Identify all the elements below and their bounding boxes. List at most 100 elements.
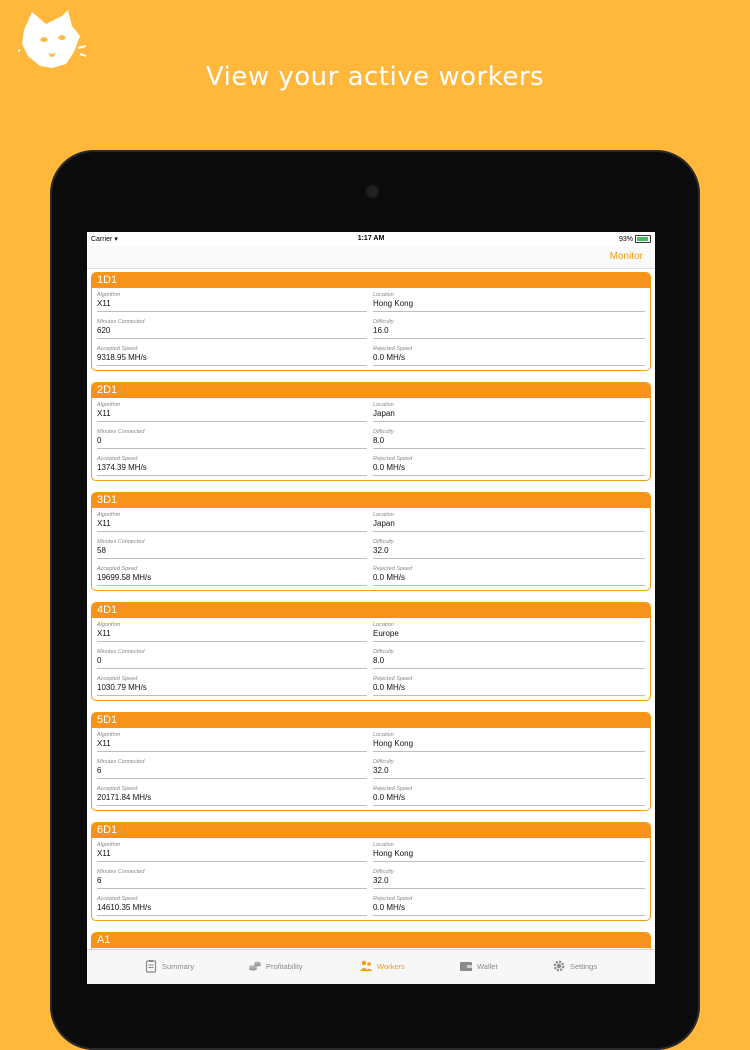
worker-list[interactable]: 1D1 Algorithm X11 Location Hong Kong Minutes …	[87, 269, 655, 949]
location-value: Hong Kong	[373, 739, 414, 748]
algorithm-label: Algorithm	[97, 732, 121, 738]
field-divider	[97, 585, 367, 586]
minutes-connected-value: 0	[97, 436, 102, 445]
field-divider	[97, 888, 367, 889]
tab-wallet[interactable]: Wallet	[459, 959, 498, 973]
worker-name: 5D1	[92, 713, 650, 728]
field-divider	[97, 915, 367, 916]
rejected-speed-value: 0.0 MH/s	[373, 793, 406, 802]
field-divider	[97, 751, 367, 752]
worker-name: 2D1	[92, 383, 650, 398]
worker-field-row: Accepted Speed 20171.84 MH/s Rejected Spee…	[92, 782, 650, 809]
field-divider	[373, 861, 645, 862]
rejected-speed-field: Rejected Speed 0.0 MH/s	[373, 782, 645, 809]
worker-card[interactable]: 3D1 Algorithm X11 Location Japan Minutes Conn…	[91, 492, 651, 591]
accepted-speed-label: Accepted Speed	[97, 566, 138, 572]
difficulty-label: Difficulty	[373, 869, 394, 875]
difficulty-field: Difficulty 16.0	[373, 315, 645, 342]
worker-name: 4D1	[92, 603, 650, 618]
algorithm-value: X11	[97, 849, 111, 858]
field-divider	[373, 365, 645, 366]
tab-profitability[interactable]: Profitability	[248, 959, 303, 973]
rejected-speed-label: Rejected Speed	[373, 346, 413, 352]
field-divider	[373, 751, 645, 752]
worker-card[interactable]: 5D1 Algorithm X11 Location Hong Kong Minutes …	[91, 712, 651, 811]
difficulty-field: Difficulty 32.0	[373, 865, 645, 892]
worker-card[interactable]: 2D1 Algorithm X11 Location Japan Minutes Conn…	[91, 382, 651, 481]
algorithm-field: Algorithm X11	[97, 508, 367, 535]
location-label: Location	[373, 622, 394, 628]
worker-card[interactable]: A1	[91, 932, 651, 949]
location-value: Japan	[373, 519, 395, 528]
difficulty-field: Difficulty 8.0	[373, 645, 645, 672]
difficulty-label: Difficulty	[373, 429, 394, 435]
rejected-speed-field: Rejected Speed 0.0 MH/s	[373, 562, 645, 589]
field-divider	[373, 668, 645, 669]
rejected-speed-label: Rejected Speed	[373, 786, 413, 792]
minutes-connected-value: 0	[97, 656, 102, 665]
difficulty-field: Difficulty 32.0	[373, 755, 645, 782]
tab-bar: Summary Profitability Workers Wallet Set…	[87, 949, 655, 984]
minutes-connected-label: Minutes Connected	[97, 429, 145, 435]
algorithm-label: Algorithm	[97, 292, 121, 298]
field-divider	[97, 365, 367, 366]
rejected-speed-label: Rejected Speed	[373, 896, 413, 902]
algorithm-label: Algorithm	[97, 622, 121, 628]
difficulty-label: Difficulty	[373, 759, 394, 765]
algorithm-field: Algorithm X11	[97, 398, 367, 425]
accepted-speed-value: 20171.84 MH/s	[97, 793, 152, 802]
headline: View your active workers	[205, 62, 545, 92]
camera-icon	[367, 186, 378, 197]
worker-field-row: Algorithm X11 Location Europe	[92, 618, 650, 645]
tab-settings-label: Settings	[570, 961, 598, 971]
minutes-connected-field: Minutes Connected 6	[97, 755, 367, 782]
worker-card[interactable]: 6D1 Algorithm X11 Location Hong Kong Minutes …	[91, 822, 651, 921]
algorithm-value: X11	[97, 299, 111, 308]
algorithm-value: X11	[97, 519, 111, 528]
minutes-connected-label: Minutes Connected	[97, 539, 145, 545]
field-divider	[373, 585, 645, 586]
minutes-connected-field: Minutes Connected 620	[97, 315, 367, 342]
tab-workers-label: Workers	[377, 961, 405, 971]
difficulty-label: Difficulty	[373, 539, 394, 545]
accepted-speed-label: Accepted Speed	[97, 786, 138, 792]
rejected-speed-value: 0.0 MH/s	[373, 353, 406, 362]
location-field: Location Europe	[373, 618, 645, 645]
accepted-speed-value: 1374.39 MH/s	[97, 463, 147, 472]
workers-icon	[360, 960, 372, 971]
rejected-speed-value: 0.0 MH/s	[373, 463, 406, 472]
tab-profitability-label: Profitability	[266, 961, 303, 971]
minutes-connected-label: Minutes Connected	[97, 869, 145, 875]
battery-percent: 93%	[618, 235, 633, 243]
app-screen: Carrier ▾ 1:17 AM 93% Monitor 1D1 Algorit…	[87, 232, 655, 984]
accepted-speed-value: 14610.35 MH/s	[97, 903, 152, 912]
worker-field-row: Minutes Connected 6 Difficulty 32.0	[92, 865, 650, 892]
monitor-button[interactable]: Monitor	[610, 251, 643, 262]
worker-card[interactable]: 1D1 Algorithm X11 Location Hong Kong Minutes …	[91, 272, 651, 371]
difficulty-value: 16.0	[373, 326, 389, 335]
field-divider	[97, 805, 367, 806]
worker-card[interactable]: 4D1 Algorithm X11 Location Europe Minutes Con…	[91, 602, 651, 701]
field-divider	[373, 888, 645, 889]
minutes-connected-value: 620	[97, 326, 111, 335]
location-label: Location	[373, 402, 394, 408]
nav-bar: Monitor	[87, 246, 655, 269]
algorithm-value: X11	[97, 409, 111, 418]
minutes-connected-value: 58	[97, 546, 106, 555]
minutes-connected-label: Minutes Connected	[97, 759, 145, 765]
tab-settings[interactable]: Settings	[552, 959, 597, 973]
difficulty-value: 8.0	[373, 656, 385, 665]
location-field: Location Hong Kong	[373, 838, 645, 865]
rejected-speed-label: Rejected Speed	[373, 676, 413, 682]
location-value: Hong Kong	[373, 849, 414, 858]
tab-wallet-label: Wallet	[477, 961, 498, 971]
accepted-speed-value: 1030.79 MH/s	[97, 683, 147, 692]
field-divider	[97, 778, 367, 779]
rejected-speed-field: Rejected Speed 0.0 MH/s	[373, 892, 645, 919]
minutes-connected-field: Minutes Connected 0	[97, 645, 367, 672]
location-field: Location Hong Kong	[373, 728, 645, 755]
tab-workers[interactable]: Workers	[359, 959, 405, 973]
tab-summary[interactable]: Summary	[144, 959, 194, 973]
worker-field-row: Algorithm X11 Location Hong Kong	[92, 728, 650, 755]
status-time: 1:17 AM	[357, 235, 385, 242]
